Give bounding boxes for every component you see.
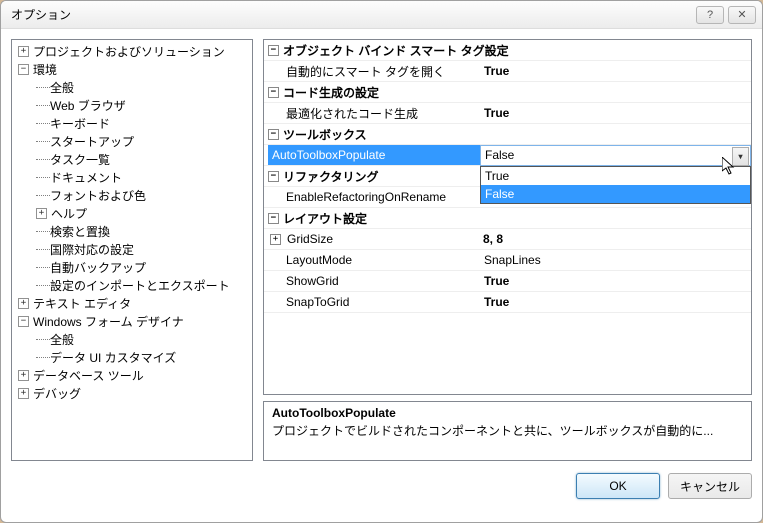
category-refactoring: リファクタリング <box>283 168 379 185</box>
chevron-down-icon: ▾ <box>738 152 742 161</box>
dropdown-option-false[interactable]: False <box>481 185 750 203</box>
property-grid[interactable]: −オブジェクト バインド スマート タグ設定 自動的にスマート タグを開くTru… <box>263 39 752 395</box>
prop-gridsize[interactable]: GridSize <box>285 232 479 246</box>
tree-item-help[interactable]: ヘルプ <box>51 205 87 222</box>
tree-item-winforms-designer[interactable]: Windows フォーム デザイナ <box>33 313 184 330</box>
tree-item-debug[interactable]: デバッグ <box>33 385 81 402</box>
expand-icon[interactable]: + <box>18 46 29 57</box>
tree-item-import[interactable]: 設定のインポートとエクスポート <box>50 277 230 294</box>
dropdown-list[interactable]: True False <box>480 166 751 204</box>
prop-layout-mode[interactable]: LayoutMode <box>264 253 480 267</box>
prop-showgrid[interactable]: ShowGrid <box>264 274 480 288</box>
value-optimized-codegen[interactable]: True <box>480 106 751 120</box>
titlebar: オプション ? ✕ <box>1 1 762 29</box>
value-showgrid[interactable]: True <box>480 274 751 288</box>
tree-item-winforms-dataui[interactable]: データ UI カスタマイズ <box>50 349 176 366</box>
prop-snaptogrid[interactable]: SnapToGrid <box>264 295 480 309</box>
tree-item-environment[interactable]: 環境 <box>33 61 57 78</box>
expand-icon[interactable]: + <box>270 234 281 245</box>
collapse-icon[interactable]: − <box>268 213 279 224</box>
tree-item-general[interactable]: 全般 <box>50 79 74 96</box>
prop-auto-toolbox-populate[interactable]: AutoToolboxPopulate <box>268 145 480 165</box>
expand-icon[interactable]: + <box>36 208 47 219</box>
description-name: AutoToolboxPopulate <box>272 406 743 420</box>
category-toolbox: ツールボックス <box>283 126 367 143</box>
ok-button[interactable]: OK <box>576 473 660 499</box>
prop-enable-refactoring[interactable]: EnableRefactoringOnRename <box>264 190 480 204</box>
expand-icon[interactable]: + <box>18 298 29 309</box>
tree-item-web[interactable]: Web ブラウザ <box>50 97 126 114</box>
window-title: オプション <box>11 6 71 23</box>
collapse-icon[interactable]: − <box>18 64 29 75</box>
expand-icon[interactable]: + <box>18 370 29 381</box>
value-layout-mode[interactable]: SnapLines <box>480 253 751 267</box>
tree-item-search[interactable]: 検索と置換 <box>50 223 110 240</box>
value-auto-toolbox-populate[interactable]: False ▾ <box>480 145 751 166</box>
tree-item-text-editor[interactable]: テキスト エディタ <box>33 295 131 312</box>
tree-item-winforms-general[interactable]: 全般 <box>50 331 74 348</box>
tree-item-projects[interactable]: プロジェクトおよびソリューション <box>33 43 225 60</box>
help-button[interactable]: ? <box>696 6 724 24</box>
collapse-icon[interactable]: − <box>268 45 279 56</box>
value-snaptogrid[interactable]: True <box>480 295 751 309</box>
collapse-icon[interactable]: − <box>268 129 279 140</box>
category-layout: レイアウト設定 <box>283 210 367 227</box>
tree-item-keyboard[interactable]: キーボード <box>50 115 110 132</box>
tree-item-backup[interactable]: 自動バックアップ <box>50 259 146 276</box>
options-dialog: オプション ? ✕ +プロジェクトおよびソリューション −環境 全般 Web ブ… <box>0 0 763 523</box>
cancel-button[interactable]: キャンセル <box>668 473 752 499</box>
collapse-icon[interactable]: − <box>268 87 279 98</box>
value-smart-tag-auto-open[interactable]: True <box>480 64 751 78</box>
dropdown-option-true[interactable]: True <box>481 167 750 185</box>
property-description: AutoToolboxPopulate プロジェクトでビルドされたコンポーネント… <box>263 401 752 461</box>
tree-item-intl[interactable]: 国際対応の設定 <box>50 241 134 258</box>
tree-item-database[interactable]: データベース ツール <box>33 367 144 384</box>
close-icon: ✕ <box>737 8 746 21</box>
tree-item-tasks[interactable]: タスク一覧 <box>50 151 110 168</box>
tree-item-fonts[interactable]: フォントおよび色 <box>50 187 146 204</box>
expand-icon[interactable]: + <box>18 388 29 399</box>
dropdown-button[interactable]: ▾ <box>732 147 749 166</box>
prop-smart-tag-auto-open[interactable]: 自動的にスマート タグを開く <box>264 63 480 80</box>
prop-optimized-codegen[interactable]: 最適化されたコード生成 <box>264 105 480 122</box>
tree-item-documents[interactable]: ドキュメント <box>50 169 122 186</box>
collapse-icon[interactable]: − <box>268 171 279 182</box>
help-icon: ? <box>707 9 713 21</box>
button-bar: OK キャンセル <box>1 461 762 511</box>
tree-item-startup[interactable]: スタートアップ <box>50 133 134 150</box>
value-gridsize[interactable]: 8, 8 <box>479 232 751 246</box>
category-smart-tag: オブジェクト バインド スマート タグ設定 <box>283 42 509 59</box>
category-codegen: コード生成の設定 <box>283 84 379 101</box>
collapse-icon[interactable]: − <box>18 316 29 327</box>
close-button[interactable]: ✕ <box>728 6 756 24</box>
options-tree[interactable]: +プロジェクトおよびソリューション −環境 全般 Web ブラウザ キーボード … <box>11 39 253 461</box>
description-text: プロジェクトでビルドされたコンポーネントと共に、ツールボックスが自動的に... <box>272 424 713 438</box>
